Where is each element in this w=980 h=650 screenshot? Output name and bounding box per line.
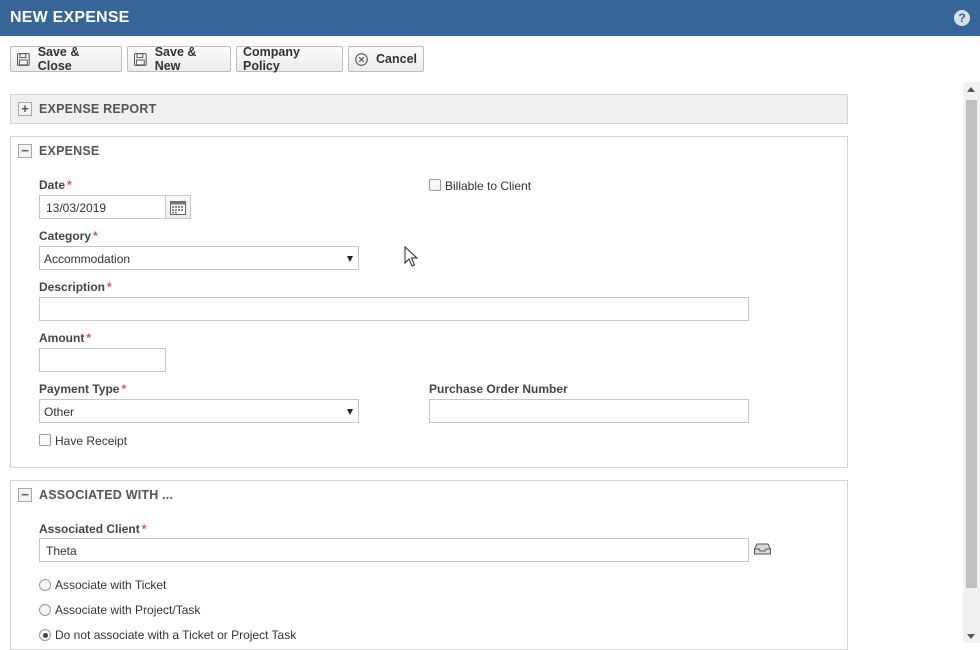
help-icon[interactable]: ? bbox=[954, 10, 970, 26]
company-policy-button[interactable]: Company Policy bbox=[236, 45, 343, 73]
no-association-radio[interactable] bbox=[39, 629, 51, 641]
chevron-down-icon bbox=[347, 409, 353, 415]
cancel-icon bbox=[355, 52, 368, 66]
calendar-icon bbox=[170, 200, 186, 215]
associate-project-label[interactable]: Associate with Project/Task bbox=[55, 603, 200, 617]
expense-section: − EXPENSE Date * 13/03/2019 Billable to C… bbox=[10, 136, 848, 468]
associate-project-radio[interactable] bbox=[39, 604, 51, 616]
payment-type-label: Payment Type * bbox=[39, 382, 127, 396]
page-title: NEW EXPENSE bbox=[10, 9, 130, 26]
category-label: Category * bbox=[39, 229, 98, 243]
billable-checkbox[interactable] bbox=[429, 179, 441, 191]
section-title: EXPENSE bbox=[39, 144, 100, 158]
date-input[interactable]: 13/03/2019 bbox=[39, 195, 166, 219]
amount-input[interactable] bbox=[39, 348, 166, 372]
collapse-icon[interactable]: − bbox=[18, 144, 32, 158]
description-label: Description * bbox=[39, 280, 112, 294]
mouse-cursor-icon bbox=[404, 246, 418, 267]
have-receipt-checkbox[interactable] bbox=[39, 434, 51, 446]
toolbar: Save & Close Save & New Company Policy C… bbox=[10, 45, 424, 73]
calendar-button[interactable] bbox=[166, 195, 191, 219]
cancel-label: Cancel bbox=[376, 52, 417, 66]
save-icon bbox=[17, 52, 30, 66]
save-close-label: Save & Close bbox=[37, 45, 80, 73]
chevron-down-icon bbox=[347, 256, 353, 262]
description-input[interactable] bbox=[39, 297, 749, 321]
po-number-label: Purchase Order Number bbox=[429, 382, 568, 396]
cancel-button[interactable]: Cancel bbox=[348, 46, 424, 72]
section-title: EXPENSE REPORT bbox=[39, 102, 157, 116]
payment-type-select[interactable]: Other bbox=[39, 399, 359, 423]
save-new-label: Save & New bbox=[154, 45, 197, 73]
category-select[interactable]: Accommodation bbox=[39, 246, 359, 270]
scroll-down-icon[interactable] bbox=[967, 634, 975, 639]
section-title: ASSOCIATED WITH ... bbox=[39, 488, 174, 502]
scroll-up-icon[interactable] bbox=[967, 87, 975, 92]
save-new-button[interactable]: Save & New bbox=[127, 45, 231, 73]
have-receipt-label[interactable]: Have Receipt bbox=[55, 434, 127, 448]
associated-section: − ASSOCIATED WITH ... Associated Client *… bbox=[10, 480, 848, 650]
associated-header[interactable]: − ASSOCIATED WITH ... bbox=[11, 481, 847, 509]
category-value: Accommodation bbox=[44, 252, 131, 266]
title-bar: NEW EXPENSE ? bbox=[0, 0, 980, 36]
scrollbar-thumb[interactable] bbox=[966, 100, 977, 588]
save-icon bbox=[134, 52, 147, 66]
po-number-input[interactable] bbox=[429, 399, 749, 423]
save-close-button[interactable]: Save & Close bbox=[10, 45, 122, 73]
billable-label[interactable]: Billable to Client bbox=[445, 179, 531, 193]
amount-label: Amount * bbox=[39, 331, 91, 345]
date-label: Date * bbox=[39, 178, 72, 192]
payment-type-value: Other bbox=[44, 405, 75, 419]
vertical-scrollbar[interactable] bbox=[963, 82, 980, 643]
associated-client-label: Associated Client * bbox=[39, 522, 147, 536]
lookup-icon[interactable] bbox=[754, 543, 771, 555]
collapse-icon[interactable]: − bbox=[18, 488, 32, 502]
associated-client-input[interactable]: Theta bbox=[39, 538, 749, 562]
associate-ticket-label[interactable]: Associate with Ticket bbox=[55, 578, 166, 592]
expand-icon[interactable]: + bbox=[18, 102, 32, 116]
expense-header[interactable]: − EXPENSE bbox=[11, 137, 847, 165]
associate-ticket-radio[interactable] bbox=[39, 579, 51, 591]
expense-report-section: + EXPENSE REPORT bbox=[10, 94, 848, 124]
company-policy-label: Company Policy bbox=[243, 45, 300, 73]
expense-report-header[interactable]: + EXPENSE REPORT bbox=[11, 95, 847, 123]
no-association-label[interactable]: Do not associate with a Ticket or Projec… bbox=[55, 628, 296, 642]
